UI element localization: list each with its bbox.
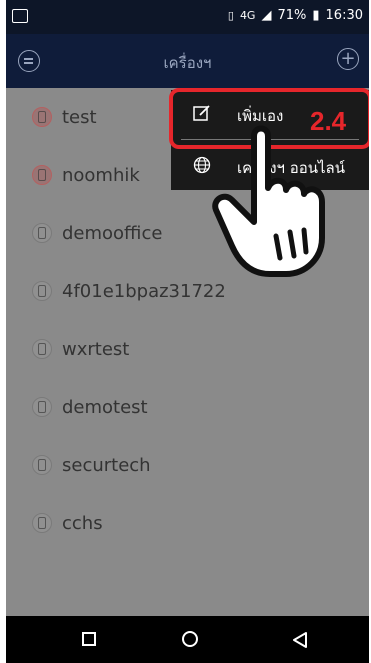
clock: 16:30 — [325, 8, 363, 23]
status-right: ▯ 4G ◢ 71% ▮ 16:30 — [228, 8, 363, 23]
app-title: เครื่องฯ — [163, 54, 212, 72]
battery-icon: ▮ — [312, 8, 320, 23]
device-icon — [32, 281, 52, 301]
device-icon — [32, 339, 52, 359]
list-item[interactable]: wxrtest — [6, 320, 369, 378]
app-bar: เครื่องฯ + — [6, 34, 369, 88]
notification-icon — [12, 9, 28, 23]
device-name: securtech — [62, 454, 151, 476]
system-nav-bar — [6, 616, 369, 663]
device-name: test — [62, 106, 97, 128]
device-icon — [32, 455, 52, 475]
status-bar: ▯ 4G ◢ 71% ▮ 16:30 — [6, 0, 369, 34]
battery-percent: 71% — [277, 8, 307, 23]
device-offline-icon — [32, 107, 52, 127]
home-button[interactable] — [182, 631, 198, 647]
device-offline-icon — [32, 165, 52, 185]
device-name: wxrtest — [62, 338, 130, 360]
device-name: 4f01e1bpaz31722 — [62, 280, 226, 302]
device-name: noomhik — [62, 164, 140, 186]
phone-screen: ▯ 4G ◢ 71% ▮ 16:30 เครื่องฯ + test noomh… — [6, 0, 369, 663]
pointing-hand-icon — [212, 125, 325, 277]
device-icon — [32, 513, 52, 533]
add-device-button[interactable]: + — [337, 48, 359, 70]
recents-button[interactable] — [82, 632, 96, 646]
device-name: demotest — [62, 396, 148, 418]
device-icon — [32, 397, 52, 417]
back-button[interactable] — [290, 630, 310, 650]
network-label: 4G — [239, 9, 256, 22]
device-icon — [32, 223, 52, 243]
list-item[interactable]: securtech — [6, 436, 369, 494]
signal-icon: ◢ — [261, 8, 272, 23]
list-item[interactable]: demotest — [6, 378, 369, 436]
list-item[interactable]: cchs — [6, 494, 369, 552]
device-name: cchs — [62, 512, 103, 534]
vibrate-icon: ▯ — [227, 9, 234, 22]
device-name: demooffice — [62, 222, 163, 244]
